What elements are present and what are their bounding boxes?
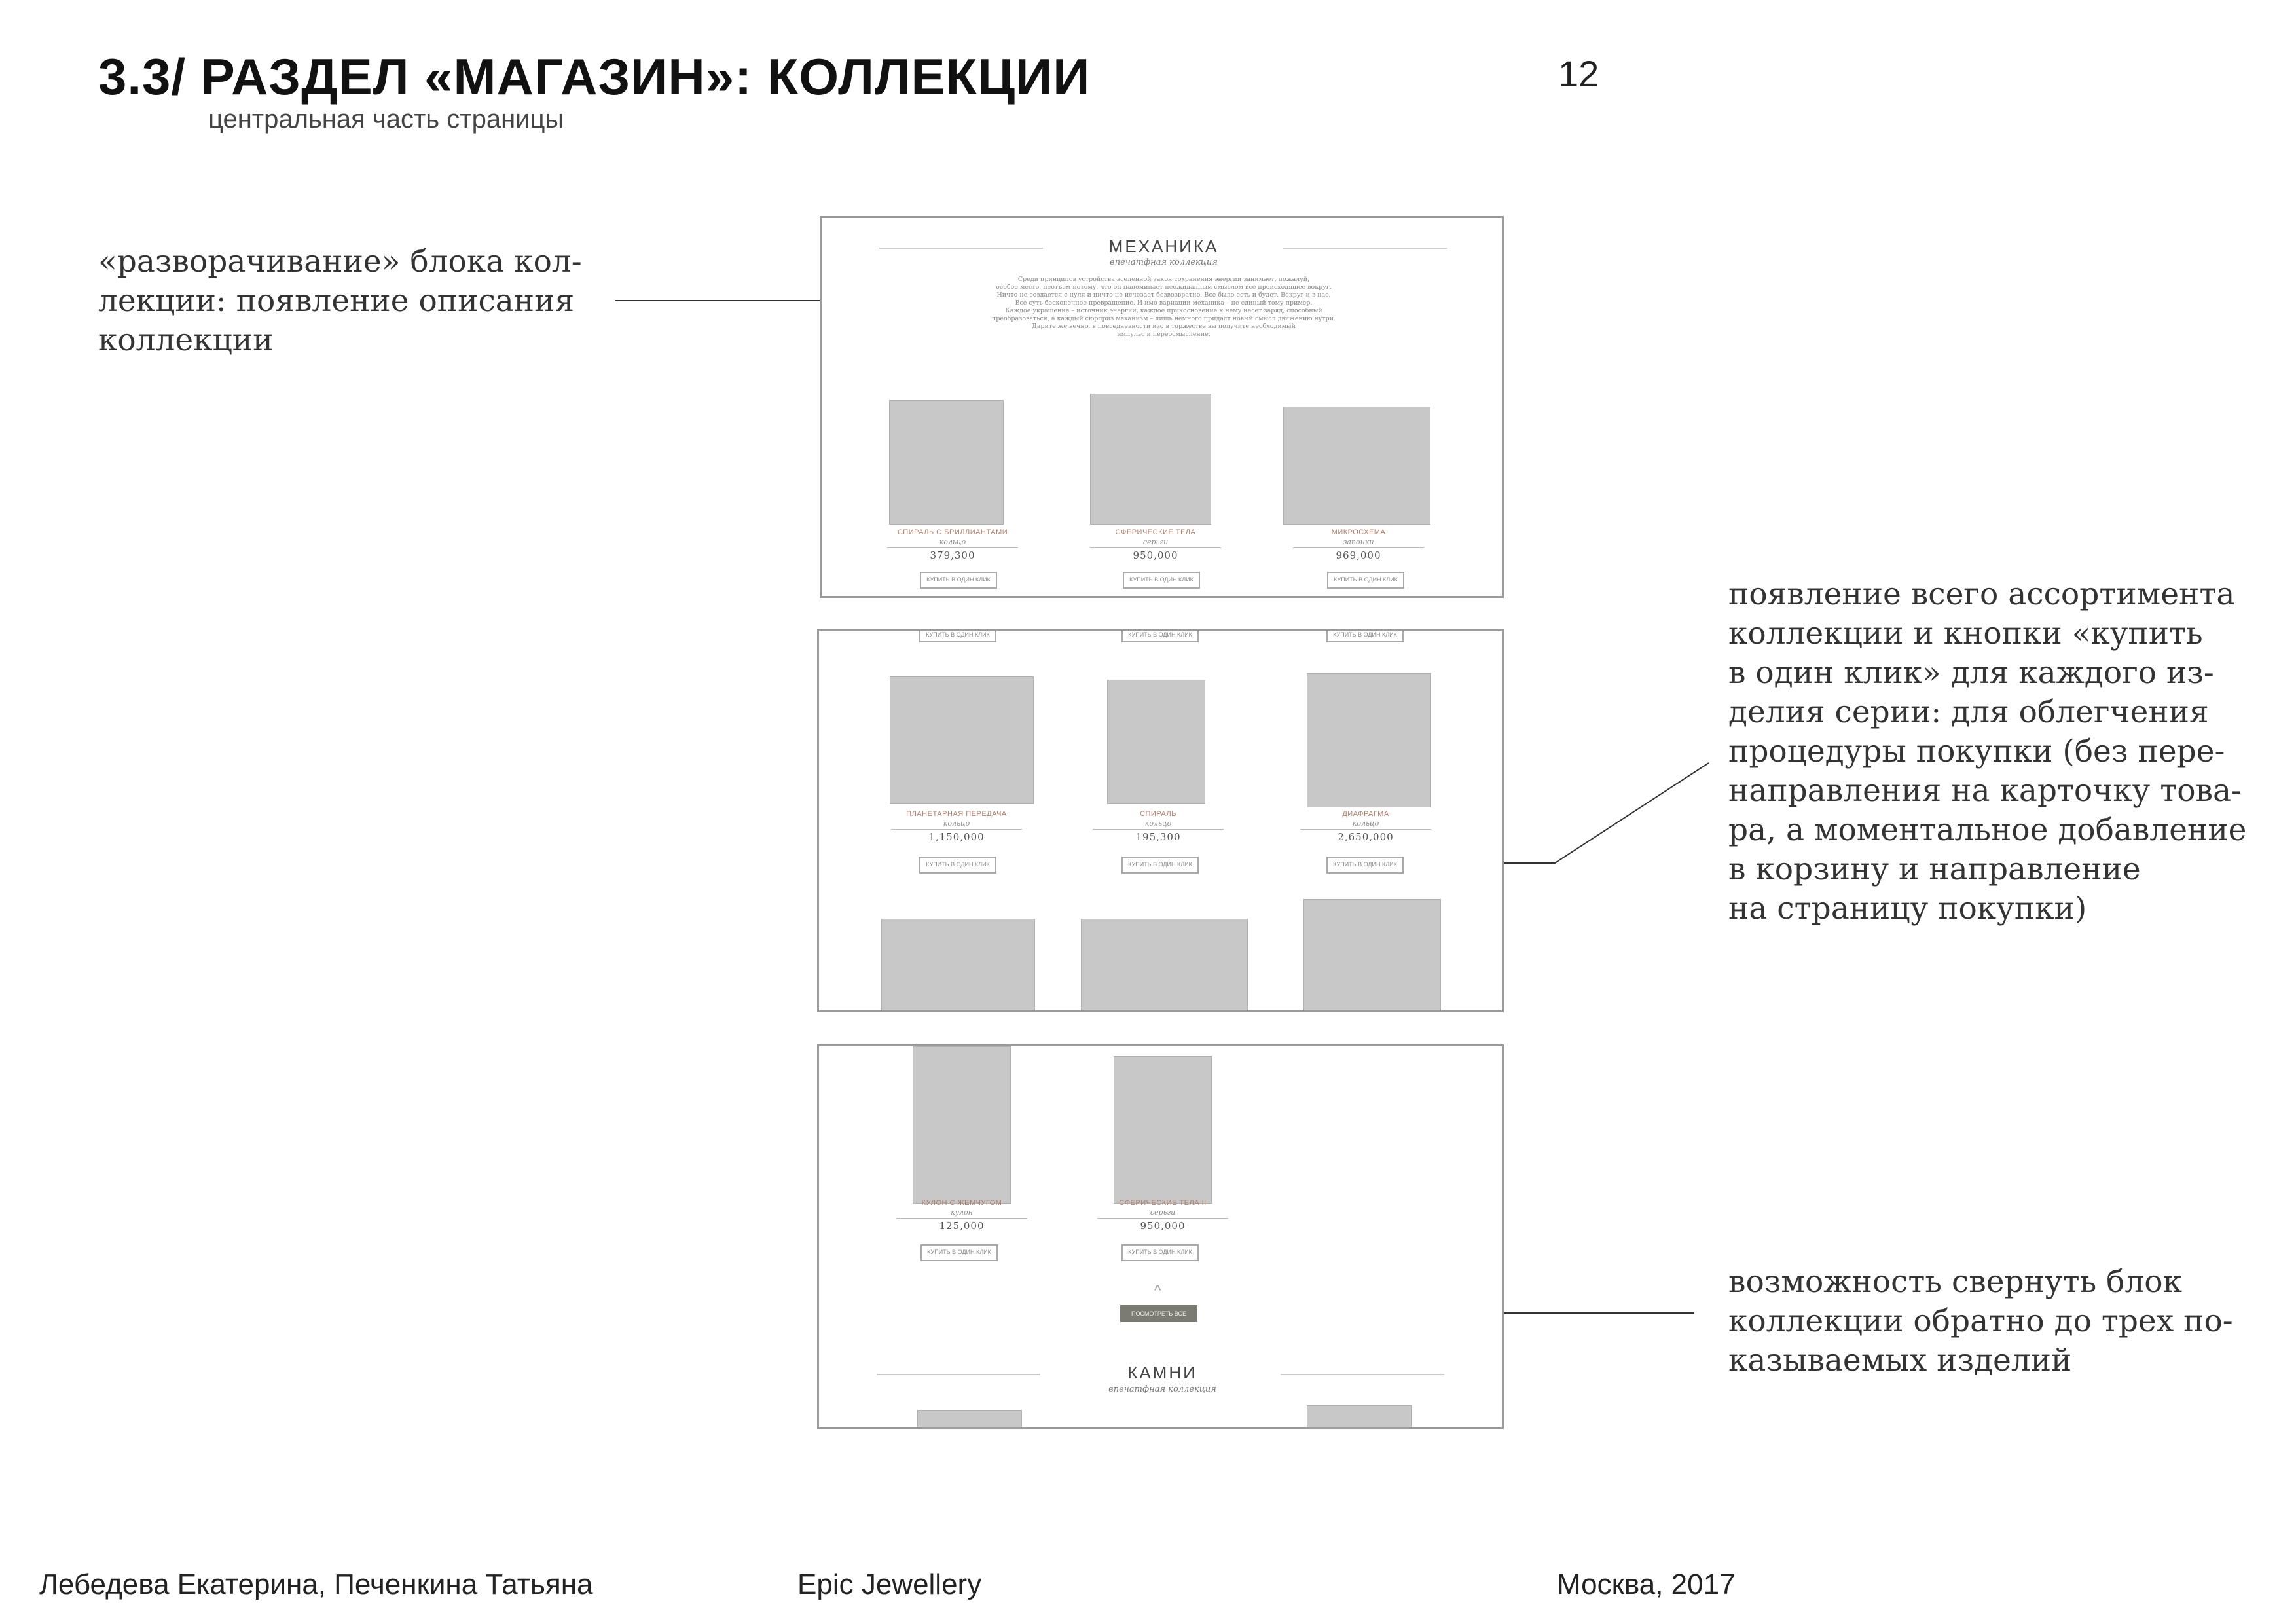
collapse-collection-button[interactable]: ПОСМОТРЕТЬ ВСЕ	[1120, 1305, 1197, 1322]
buy-one-click-button[interactable]: КУПИТЬ В ОДИН КЛИК	[920, 572, 997, 589]
next-collection-title: КАМНИ	[1127, 1363, 1197, 1382]
buy-one-click-button[interactable]: КУПИТЬ В ОДИН КЛИК	[1326, 631, 1404, 642]
product-divider	[887, 547, 1018, 548]
buy-one-click-button[interactable]: КУПИТЬ В ОДИН КЛИК	[1121, 1244, 1199, 1261]
collection-subtitle: впечатфная коллекция	[1110, 257, 1218, 267]
frame-collection-expanded: МЕХАНИКА впечатфная коллекция Среди прин…	[820, 216, 1504, 598]
product-divider	[896, 1218, 1027, 1219]
product-category: серьги	[1150, 1208, 1176, 1217]
product-name: ДИАФРАГМА	[1342, 810, 1389, 818]
description-line: Каждое украшение – источник энергии, каж…	[1005, 307, 1322, 314]
product-price: 950,000	[1133, 549, 1178, 561]
buy-one-click-button[interactable]: КУПИТЬ В ОДИН КЛИК	[919, 857, 996, 874]
product-price: 1,150,000	[928, 831, 985, 843]
description-line: Ничто не создается с нуля и ничто не исч…	[996, 291, 1331, 299]
product-price: 969,000	[1336, 549, 1381, 561]
next-collection-subtitle: впечатфная коллекция	[1108, 1384, 1216, 1394]
product-name: СПИРАЛЬ	[1140, 810, 1176, 818]
product-price: 2,650,000	[1338, 831, 1394, 843]
footer-place-year: Москва, 2017	[1557, 1568, 1736, 1600]
product-name: СФЕРИЧЕСКИЕ ТЕЛА	[1115, 528, 1196, 536]
collection-title: МЕХАНИКА	[1108, 236, 1219, 256]
product-divider	[1300, 829, 1431, 830]
buy-one-click-button[interactable]: КУПИТЬ В ОДИН КЛИК	[1327, 572, 1404, 589]
product-category: кольцо	[1144, 819, 1172, 828]
collection-description: Среди принципов устройства вселенной зак…	[822, 276, 1502, 339]
product-image[interactable]	[1307, 673, 1431, 807]
buy-one-click-button[interactable]: КУПИТЬ В ОДИН КЛИК	[919, 631, 996, 642]
frame-collection-collapse: КУЛОН С ЖЕМЧУГОМ СФЕРИЧЕСКИЕ ТЕЛА II кул…	[817, 1044, 1504, 1429]
buy-one-click-button[interactable]: КУПИТЬ В ОДИН КЛИК	[1326, 857, 1404, 874]
product-category: кулон	[951, 1208, 973, 1217]
product-divider	[1090, 547, 1221, 548]
description-line: Все суть бесконечное превращение. И имо …	[1015, 299, 1313, 306]
product-image[interactable]	[889, 400, 1004, 525]
frame-collection-assortment: КУПИТЬ В ОДИН КЛИК КУПИТЬ В ОДИН КЛИК КУ…	[817, 629, 1504, 1012]
product-divider	[891, 829, 1022, 830]
product-divider	[1097, 1218, 1228, 1219]
footer-authors: Лебедева Екатерина, Печенкина Татьяна	[39, 1568, 593, 1600]
product-image[interactable]	[1114, 1056, 1212, 1204]
description-line: Среди принципов устройства вселенной зак…	[1017, 276, 1310, 283]
product-category: серьги	[1142, 538, 1169, 546]
product-image[interactable]	[890, 676, 1034, 804]
product-price: 125,000	[939, 1220, 985, 1232]
product-image[interactable]	[881, 919, 1035, 1010]
product-divider	[1293, 547, 1424, 548]
product-name: КУЛОН С ЖЕМЧУГОМ	[921, 1199, 1002, 1207]
product-divider	[1093, 829, 1224, 830]
footer-project: Epic Jewellery	[797, 1568, 982, 1600]
buy-one-click-button[interactable]: КУПИТЬ В ОДИН КЛИК	[920, 1244, 998, 1261]
product-image[interactable]	[913, 1046, 1011, 1204]
product-name: ПЛАНЕТАРНАЯ ПЕРЕДАЧА	[906, 810, 1007, 818]
description-line: преобразоваться, а каждый сюрприз механи…	[991, 315, 1336, 322]
product-name: СФЕРИЧЕСКИЕ ТЕЛА II	[1119, 1199, 1207, 1207]
product-image[interactable]	[1090, 394, 1211, 525]
product-price: 195,300	[1135, 831, 1181, 843]
product-price: 950,000	[1140, 1220, 1186, 1232]
buy-one-click-button[interactable]: КУПИТЬ В ОДИН КЛИК	[1123, 572, 1200, 589]
product-image[interactable]	[1283, 407, 1430, 525]
product-category: кольцо	[943, 819, 970, 828]
product-image[interactable]	[917, 1410, 1022, 1427]
product-name: МИКРОСХЕМА	[1331, 528, 1386, 536]
buy-one-click-button[interactable]: КУПИТЬ В ОДИН КЛИК	[1121, 857, 1199, 874]
product-image[interactable]	[1303, 899, 1441, 1010]
product-category: кольцо	[1352, 819, 1379, 828]
product-price: 379,300	[930, 549, 975, 561]
product-image[interactable]	[1107, 680, 1205, 804]
product-category: кольцо	[939, 538, 966, 546]
product-image[interactable]	[1307, 1405, 1412, 1427]
description-line: особое место, неотъем потому, что он нап…	[996, 284, 1332, 291]
chevron-up-icon[interactable]: ^	[1154, 1282, 1161, 1299]
product-category: запонки	[1343, 538, 1374, 546]
product-name: СПИРАЛЬ С БРИЛЛИАНТАМИ	[897, 528, 1008, 536]
description-line: Дарите же вечно, в повседневности изо в …	[1032, 323, 1296, 330]
product-image[interactable]	[1081, 919, 1248, 1010]
buy-one-click-button[interactable]: КУПИТЬ В ОДИН КЛИК	[1121, 631, 1199, 642]
description-line: импульс и переосмысление.	[1117, 331, 1211, 338]
